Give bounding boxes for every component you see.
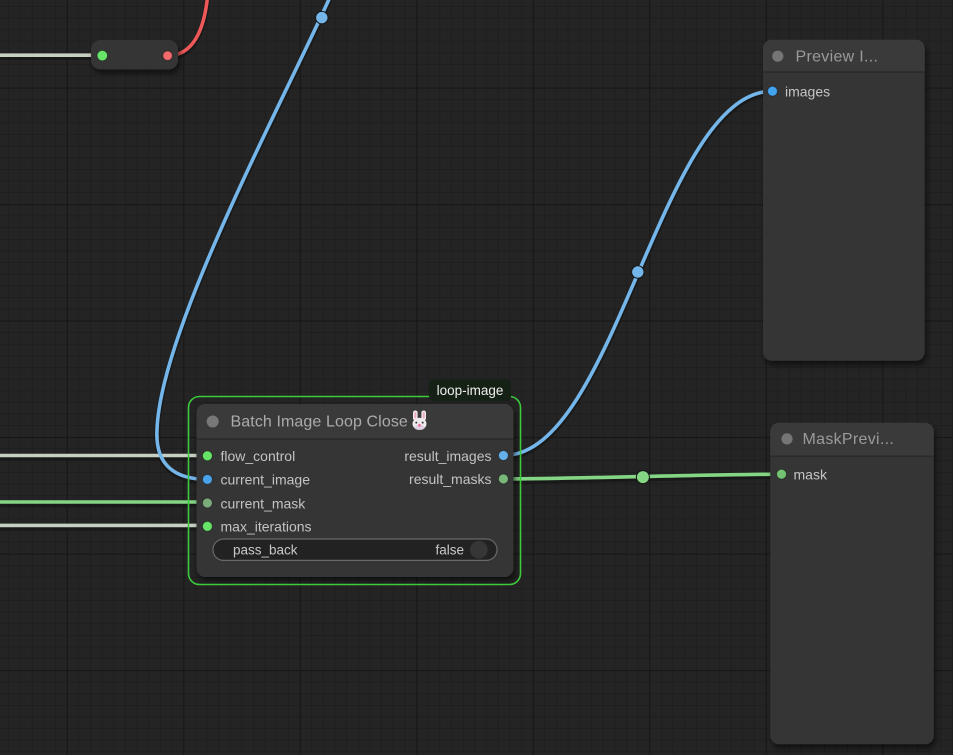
svg-text:max_iterations: max_iterations (221, 519, 312, 535)
svg-text:mask: mask (794, 467, 828, 483)
svg-text:Preview I...: Preview I... (796, 48, 879, 65)
svg-text:MaskPrevi...: MaskPrevi... (803, 431, 895, 448)
svg-text:result_images: result_images (404, 448, 491, 464)
svg-text:Batch Image Loop Close: Batch Image Loop Close (231, 414, 408, 431)
svg-text:pass_back: pass_back (233, 543, 298, 558)
svg-text:loop-image: loop-image (437, 383, 504, 398)
svg-text:current_image: current_image (221, 472, 311, 488)
svg-text:images: images (785, 84, 830, 100)
svg-text:flow_control: flow_control (221, 448, 296, 464)
svg-text:false: false (435, 543, 464, 558)
svg-text:current_mask: current_mask (221, 495, 307, 511)
svg-text:result_masks: result_masks (409, 471, 491, 487)
